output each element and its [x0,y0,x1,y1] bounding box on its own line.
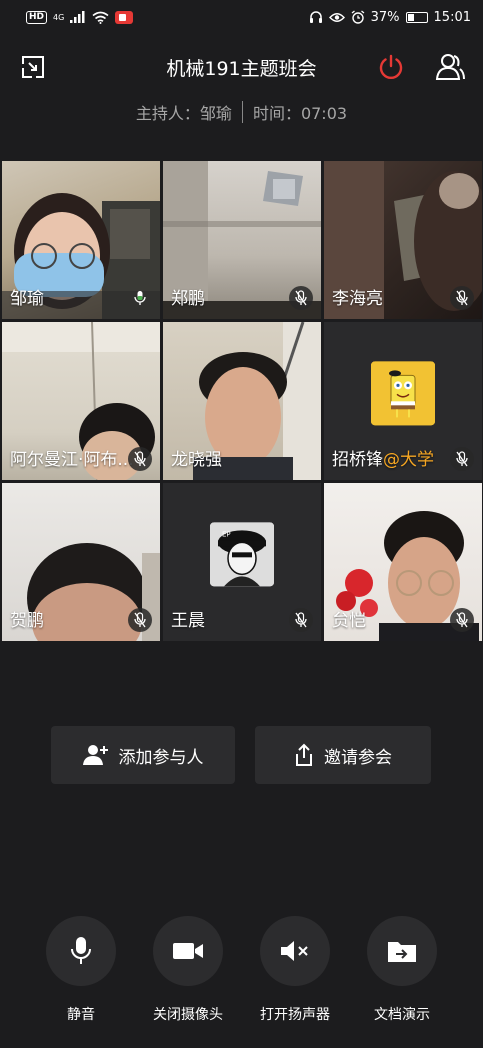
add-participant-label: 添加参与人 [118,747,204,768]
participant-name: 阿尔曼江·阿布... [10,450,134,470]
participant-tile[interactable]: EP 王晨 [163,483,321,641]
spongebob-avatar-icon [371,361,435,426]
participant-tile[interactable]: 李海亮 [324,161,482,319]
folder-share-icon [388,942,416,962]
invite-label: 邀请参会 [324,747,392,768]
doc-share-button[interactable] [367,916,437,986]
mic-muted-badge [450,608,474,632]
participant-tile[interactable]: 邹瑜 [2,161,160,319]
screen-record-icon [115,10,134,24]
headset-icon [309,10,322,23]
mic-muted-icon [295,290,307,306]
battery-level-fill [407,13,415,21]
participant-tile[interactable]: 郑鹏 [163,161,321,319]
mic-muted-icon [456,290,468,306]
camera-off-label: 关闭摄像头 [153,1007,223,1023]
signal-icon [70,11,85,23]
mic-muted-icon [134,612,146,628]
manga-avatar-icon: EP [210,522,274,587]
participant-tile[interactable]: 贠恺 [324,483,482,641]
participant-org-tag: @大学 [383,450,434,470]
speaker-muted-icon [281,941,308,961]
meeting-info: 主持人：邹瑜 时间：07:03 [0,100,483,124]
status-bar: HD 4G 37% 15:01 [0,0,483,34]
participant-name: 王晨 [171,611,205,631]
mic-muted-badge [289,608,313,632]
mic-muted-icon [456,451,468,467]
status-left: HD 4G [26,10,134,24]
participant-tile[interactable]: 龙晓强 [163,322,321,480]
meeting-title: 机械191主题班会 [166,58,317,80]
mic-muted-icon [134,451,146,467]
video-camera-icon [173,943,203,959]
add-person-icon [82,745,108,765]
participant-name-text: 招桥锋 [332,450,383,470]
speaker-control[interactable]: 打开扬声器 [247,916,343,1024]
mic-muted-badge [128,608,152,632]
host-label: 主持人：邹瑜 [135,104,232,123]
participant-name: 招桥锋@大学 [332,445,434,470]
network-type: 4G [53,12,65,22]
participant-name: 龙晓强 [171,450,222,470]
meeting-header: 机械191主题班会 [0,44,483,90]
share-icon [296,743,312,766]
battery-percent: 37% [370,9,400,25]
camera-off-button[interactable] [153,916,223,986]
participants-icon [435,54,465,80]
elapsed-time: 时间：07:03 [252,104,348,123]
participants-button[interactable] [435,52,465,82]
mute-label: 静音 [67,1007,95,1023]
end-meeting-button[interactable] [376,52,406,82]
avatar: EP [210,522,274,587]
doc-share-control[interactable]: 文档演示 [354,916,450,1024]
hd-indicator: HD [26,10,48,24]
mic-active-icon [134,291,146,305]
mute-button[interactable] [46,916,116,986]
svg-text:EP: EP [222,530,231,538]
eye-comfort-icon [328,12,345,22]
doc-share-label: 文档演示 [374,1007,430,1023]
participant-name: 郑鹏 [171,289,205,309]
mic-muted-icon [295,612,307,628]
video-grid: 邹瑜 郑鹏 李海亮 阿尔曼江·阿布... 龙晓强 招桥锋@大学 贺鹏 EP 王晨… [2,161,482,641]
mic-muted-badge [128,447,152,471]
invite-button[interactable]: 邀请参会 [255,726,431,784]
microphone-icon [71,937,91,964]
wifi-icon [92,11,109,24]
participant-tile[interactable]: 招桥锋@大学 [324,322,482,480]
mute-control[interactable]: 静音 [33,916,129,1024]
mic-active-badge [128,286,152,310]
participant-name: 贺鹏 [10,611,44,631]
status-right: 37% 15:01 [309,10,471,25]
speaker-button[interactable] [260,916,330,986]
participant-name: 李海亮 [332,289,383,309]
clock: 15:01 [433,9,471,25]
participant-name: 邹瑜 [10,289,44,309]
info-divider [241,101,243,123]
participant-name: 贠恺 [332,611,366,631]
mic-muted-badge [289,286,313,310]
power-icon [379,54,403,80]
mic-muted-badge [450,286,474,310]
camera-control[interactable]: 关闭摄像头 [140,916,236,1024]
add-participant-button[interactable]: 添加参与人 [51,726,235,784]
participant-tile[interactable]: 贺鹏 [2,483,160,641]
mic-muted-icon [456,612,468,628]
battery-icon [405,11,428,23]
avatar [371,361,435,426]
participant-tile[interactable]: 阿尔曼江·阿布... [2,322,160,480]
speaker-label: 打开扬声器 [260,1007,330,1023]
alarm-icon [351,10,365,24]
mic-muted-badge [450,447,474,471]
